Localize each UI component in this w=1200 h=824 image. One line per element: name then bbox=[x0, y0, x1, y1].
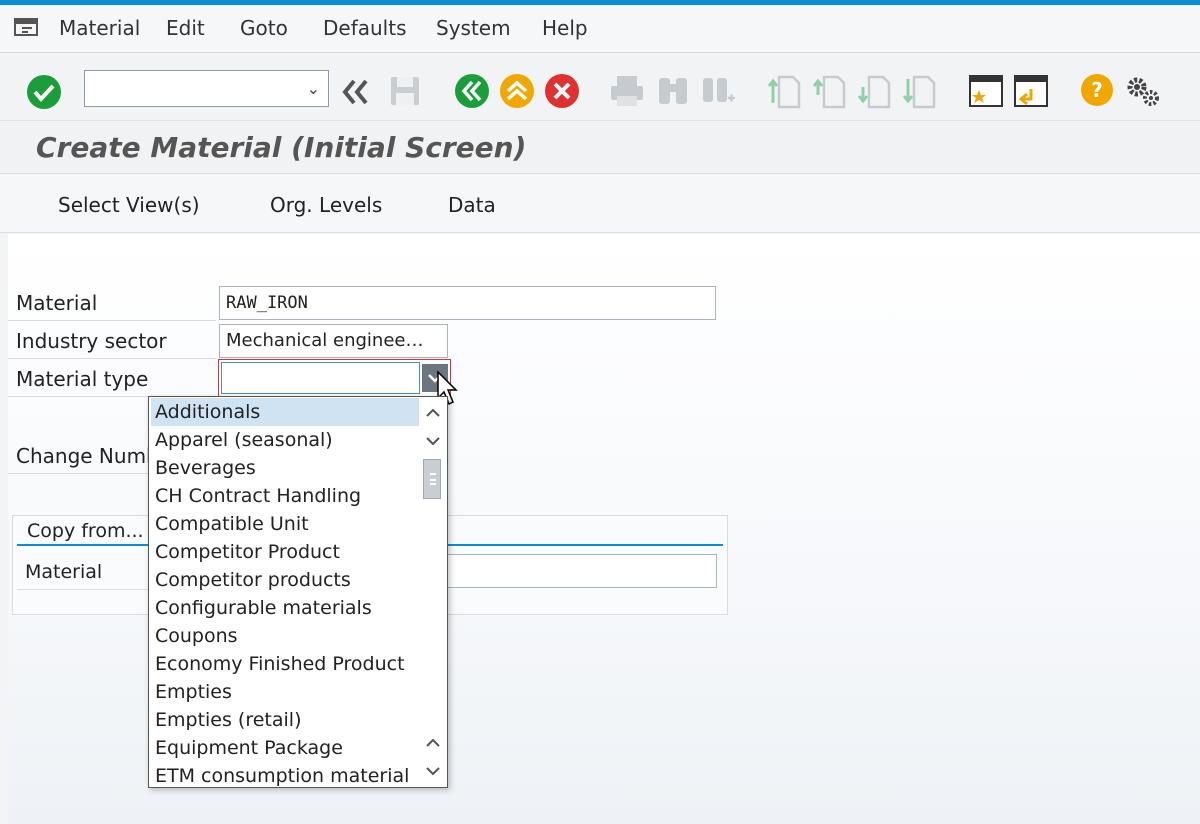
list-item[interactable]: ETM consumption material bbox=[151, 762, 419, 787]
create-session-icon[interactable] bbox=[968, 73, 1004, 109]
select-views-button[interactable]: Select View(s) bbox=[58, 193, 200, 217]
list-item[interactable]: Economy Finished Product bbox=[151, 650, 419, 678]
cancel-icon[interactable] bbox=[543, 72, 581, 110]
settings-icon[interactable] bbox=[1123, 73, 1161, 109]
previous-page-icon[interactable] bbox=[812, 73, 846, 109]
menu-help[interactable]: Help bbox=[542, 16, 588, 40]
svg-text:?: ? bbox=[1091, 78, 1103, 102]
list-item[interactable]: CH Contract Handling bbox=[151, 482, 419, 510]
scroll-up-icon[interactable] bbox=[421, 731, 445, 755]
menu-goto[interactable]: Goto bbox=[240, 16, 288, 40]
next-page-icon[interactable] bbox=[857, 73, 891, 109]
application-toolbar: Select View(s) Org. Levels Data bbox=[0, 175, 1200, 233]
menu-edit[interactable]: Edit bbox=[166, 16, 205, 40]
list-item[interactable]: Empties bbox=[151, 678, 419, 706]
shortcut-icon[interactable] bbox=[1013, 73, 1049, 109]
list-item[interactable]: Coupons bbox=[151, 622, 419, 650]
list-item[interactable]: Competitor products bbox=[151, 566, 419, 594]
chevron-down-icon[interactable]: ⌄ bbox=[307, 79, 320, 98]
material-type-select[interactable] bbox=[218, 359, 451, 397]
material-type-input[interactable] bbox=[221, 362, 420, 394]
industry-sector-value: Mechanical enginee… bbox=[226, 330, 424, 351]
find-icon[interactable] bbox=[656, 74, 690, 108]
data-button[interactable]: Data bbox=[448, 193, 496, 217]
system-toolbar: ⌄ ? bbox=[0, 53, 1200, 121]
material-type-label: Material type bbox=[8, 361, 216, 397]
copy-from-title: Copy from... bbox=[27, 520, 144, 542]
industry-sector-label: Industry sector bbox=[8, 323, 216, 359]
material-type-dropdown-list[interactable]: Additionals Apparel (seasonal) Beverages… bbox=[148, 396, 448, 788]
list-item[interactable]: Competitor Product bbox=[151, 538, 419, 566]
list-item[interactable]: Beverages bbox=[151, 454, 419, 482]
help-icon[interactable]: ? bbox=[1079, 72, 1115, 108]
back-double-icon[interactable] bbox=[340, 77, 372, 107]
find-next-icon[interactable] bbox=[700, 74, 736, 108]
list-item[interactable]: Configurable materials bbox=[151, 594, 419, 622]
material-label: Material bbox=[8, 285, 216, 321]
scroll-page-down-icon[interactable] bbox=[421, 429, 445, 453]
material-field[interactable]: RAW_IRON bbox=[219, 286, 716, 320]
menu-material[interactable]: Material bbox=[59, 16, 140, 40]
menu-defaults[interactable]: Defaults bbox=[323, 16, 407, 40]
scroll-grip-line bbox=[430, 479, 436, 481]
list-item[interactable]: Apparel (seasonal) bbox=[151, 426, 419, 454]
menu-system[interactable]: System bbox=[436, 16, 511, 40]
page-title: Create Material (Initial Screen) bbox=[36, 131, 527, 164]
menu-bar: Material Edit Goto Defaults System Help bbox=[0, 5, 1200, 53]
save-icon[interactable] bbox=[388, 74, 422, 108]
list-item[interactable]: Additionals bbox=[151, 398, 419, 426]
print-icon[interactable] bbox=[608, 74, 646, 108]
org-levels-button[interactable]: Org. Levels bbox=[270, 193, 382, 217]
back-icon[interactable] bbox=[453, 72, 491, 110]
scrollbar-thumb[interactable] bbox=[423, 459, 441, 499]
list-item[interactable]: Empties (retail) bbox=[151, 706, 419, 734]
list-item[interactable]: Equipment Package bbox=[151, 734, 419, 762]
system-menu-icon[interactable] bbox=[14, 17, 40, 39]
exit-icon[interactable] bbox=[498, 72, 536, 110]
last-page-icon[interactable] bbox=[902, 73, 936, 109]
list-item[interactable]: Compatible Unit bbox=[151, 510, 419, 538]
industry-sector-select[interactable]: Mechanical enginee… bbox=[219, 324, 448, 358]
command-field[interactable]: ⌄ bbox=[84, 70, 329, 107]
scroll-page-up-icon[interactable] bbox=[421, 401, 445, 425]
title-bar: Create Material (Initial Screen) bbox=[0, 122, 1200, 174]
first-page-icon[interactable] bbox=[767, 73, 801, 109]
scroll-down-icon[interactable] bbox=[421, 759, 445, 783]
enter-icon[interactable] bbox=[25, 73, 63, 111]
